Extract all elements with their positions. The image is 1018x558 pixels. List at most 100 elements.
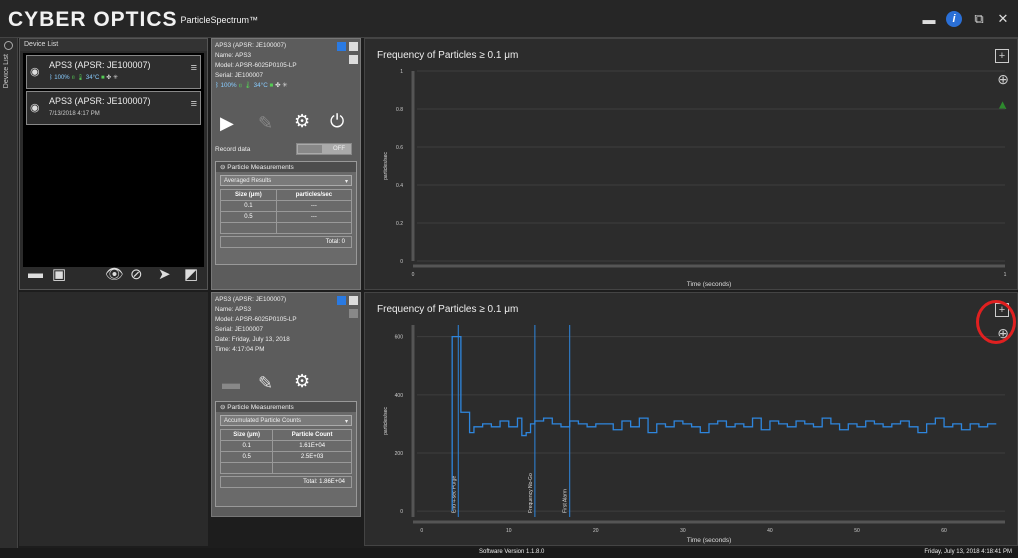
y-tick-label: 0.8 xyxy=(396,107,403,113)
app-logo: CYBER OPTICS ParticleSpectrum™ xyxy=(8,8,258,32)
folder-icon[interactable]: ▬ xyxy=(922,12,936,27)
results-mode-select[interactable]: Averaged Results ▾ xyxy=(220,175,352,186)
record-time-line: Time: 4:17:04 PM xyxy=(215,346,265,353)
table-row: 0.5 --- xyxy=(220,211,353,223)
hide-all-icon[interactable]: ⊘ xyxy=(130,265,143,283)
value-cell: 1.61E+04 xyxy=(272,440,352,452)
status-bar: Software Version 1.1.8.0 Friday, July 13… xyxy=(0,548,1018,558)
event-marker-label: First Alarm xyxy=(563,489,569,513)
col-header: particles/sec xyxy=(275,189,353,201)
laser-icon: ✳ xyxy=(112,75,118,81)
device-model-line: Model: APSR-6025P0105-LP xyxy=(215,62,297,69)
export-icon[interactable]: ▣ xyxy=(52,265,66,283)
device-serial-line: Serial: JE100007 xyxy=(215,72,263,79)
info-icon[interactable]: i xyxy=(946,11,962,27)
title-bar: CYBER OPTICS ParticleSpectrum™ ▬ i ⧉ ✕ xyxy=(0,0,1018,38)
tag-icon[interactable]: ✎ xyxy=(258,373,273,394)
device-list-side-tab[interactable]: Device List xyxy=(0,38,18,548)
y-tick-label: 1 xyxy=(400,69,403,75)
device-item[interactable]: ◉ APS3 (APSR: JE100007) ≡ 7/13/2018 4:17… xyxy=(26,91,201,125)
tag-icon[interactable]: ✎ xyxy=(258,113,273,134)
software-version: Software Version 1.1.8.0 xyxy=(479,549,545,555)
device-serial-line: Serial: JE100007 xyxy=(215,326,263,333)
x-tick-label: 60 xyxy=(941,528,947,534)
battery-icon: ▯ xyxy=(71,75,75,81)
device-model-line: Model: APSR-6025P0105-LP xyxy=(215,316,297,323)
particle-measurements-title: ⊖ Particle Measurements xyxy=(216,162,356,172)
collapse-icon[interactable] xyxy=(349,296,358,305)
y-tick-label: 0 xyxy=(400,509,403,515)
record-frequency-chart: Frequency of Particles ≥ 0.1 μm + ⊕ 0 200… xyxy=(364,292,1018,546)
product-name: ParticleSpectrum™ xyxy=(180,15,259,25)
collapse-icon[interactable] xyxy=(349,42,358,51)
power-icon[interactable]: ⏻ xyxy=(330,111,344,132)
gear-icon[interactable]: ⚙ xyxy=(294,111,310,132)
battery-icon: ▯ xyxy=(238,82,243,89)
measurements-table: Size (μm) particles/sec 0.1 --- 0.5 --- xyxy=(220,189,353,234)
x-tick-label: 50 xyxy=(854,528,860,534)
device-name-line: Name: APS3 xyxy=(215,52,252,59)
edit-icon[interactable] xyxy=(349,309,358,318)
mode-value: Accumulated Particle Counts xyxy=(224,418,302,424)
x-tick-label: 20 xyxy=(593,528,599,534)
show-all-icon[interactable]: 👁 xyxy=(105,265,124,283)
chart-plot-area[interactable]: 0 200 400 600 0 10 20 30 40 50 60 Time (seconds) par… xyxy=(365,293,1018,547)
table-row xyxy=(220,222,353,234)
device-list-header: Device List xyxy=(20,39,207,51)
device-status: ᛒ 100% ▯ 🌡 34°C ■ ✤ ✳ xyxy=(215,82,288,89)
chevron-down-icon: ▾ xyxy=(344,179,348,185)
restore-icon[interactable]: ⧉ xyxy=(972,11,986,27)
size-cell: 0.5 xyxy=(220,211,277,223)
battery-value: 100% xyxy=(54,75,70,81)
gear-icon[interactable]: ⚙ xyxy=(294,371,310,392)
play-icon[interactable]: ▶ xyxy=(220,113,234,134)
device-name-line: Name: APS3 xyxy=(215,306,252,313)
chevron-down-icon: ▾ xyxy=(344,419,348,425)
thermometer-icon: 🌡 xyxy=(243,82,252,89)
measurements-table: Size (μm) Particle Count 0.1 1.61E+04 0.5 2… xyxy=(219,429,352,474)
folder-icon[interactable]: ▬ xyxy=(28,265,43,282)
pin-icon[interactable] xyxy=(4,41,13,50)
x-axis-label: Time (seconds) xyxy=(687,537,732,544)
x-tick-label: 30 xyxy=(680,528,686,534)
value-cell: --- xyxy=(275,200,353,212)
y-axis-label: particles/sec xyxy=(383,152,389,180)
y-axis-label: particles/sec xyxy=(383,407,389,435)
device-panel-live: APS3 (APSR: JE100007) Name: APS3 Model: … xyxy=(211,38,361,290)
y-tick-label: 200 xyxy=(395,451,404,457)
y-tick-label: 400 xyxy=(395,393,404,399)
device-status: ᛒ 100% ▯ 🌡 34°C ■ ✤ ✳ xyxy=(49,75,118,81)
temp-value: 34°C xyxy=(85,75,100,81)
col-header: Size (μm) xyxy=(219,429,274,441)
menu-icon[interactable]: ≡ xyxy=(191,98,197,110)
folder-icon[interactable]: ▬ xyxy=(222,373,240,394)
y-tick-label: 0.4 xyxy=(396,183,403,189)
eye-icon[interactable]: ◉ xyxy=(30,101,40,114)
record-toggle[interactable]: OFF xyxy=(296,143,352,155)
chart-plot-area[interactable]: 0 0.2 0.4 0.6 0.8 1 0 1 Time (seconds) particles/… xyxy=(365,39,1018,291)
particle-measurements-box: ⊖ Particle Measurements Accumulated Part… xyxy=(215,401,357,507)
size-cell: 0.1 xyxy=(219,440,274,452)
device-item[interactable]: ◉ APS3 (APSR: JE100007) ≡ ᛒ 100% ▯ 🌡 34°… xyxy=(26,55,201,89)
color-swatch[interactable] xyxy=(337,296,346,305)
device-list-box: ◉ APS3 (APSR: JE100007) ≡ ᛒ 100% ▯ 🌡 34°… xyxy=(23,53,204,267)
value-cell: 2.5E+03 xyxy=(272,451,352,463)
color-swatch[interactable] xyxy=(337,42,346,51)
col-header: Size (μm) xyxy=(220,189,277,201)
side-tab-label: Device List xyxy=(3,54,10,89)
col-header: Particle Count xyxy=(272,429,352,441)
status-datetime: Friday, July 13, 2018 4:18:41 PM xyxy=(924,549,1012,555)
table-row: 0.5 2.5E+03 xyxy=(219,451,352,463)
disconnect-icon[interactable]: ◩ xyxy=(184,265,198,283)
menu-icon[interactable]: ≡ xyxy=(191,62,197,74)
connect-icon[interactable]: ➤ xyxy=(158,265,171,283)
panel-title: APS3 (APSR: JE100007) xyxy=(215,296,287,303)
panel-title: APS3 (APSR: JE100007) xyxy=(215,42,287,49)
close-icon[interactable]: ✕ xyxy=(996,11,1010,27)
mode-value: Averaged Results xyxy=(224,178,272,184)
results-mode-select[interactable]: Accumulated Particle Counts ▾ xyxy=(220,415,352,426)
edit-icon[interactable] xyxy=(349,55,358,64)
device-panel-record: APS3 (APSR: JE100007) Name: APS3 Model: … xyxy=(211,292,361,517)
device-name: APS3 (APSR: JE100007) xyxy=(49,96,151,106)
eye-icon[interactable]: ◉ xyxy=(30,65,40,78)
